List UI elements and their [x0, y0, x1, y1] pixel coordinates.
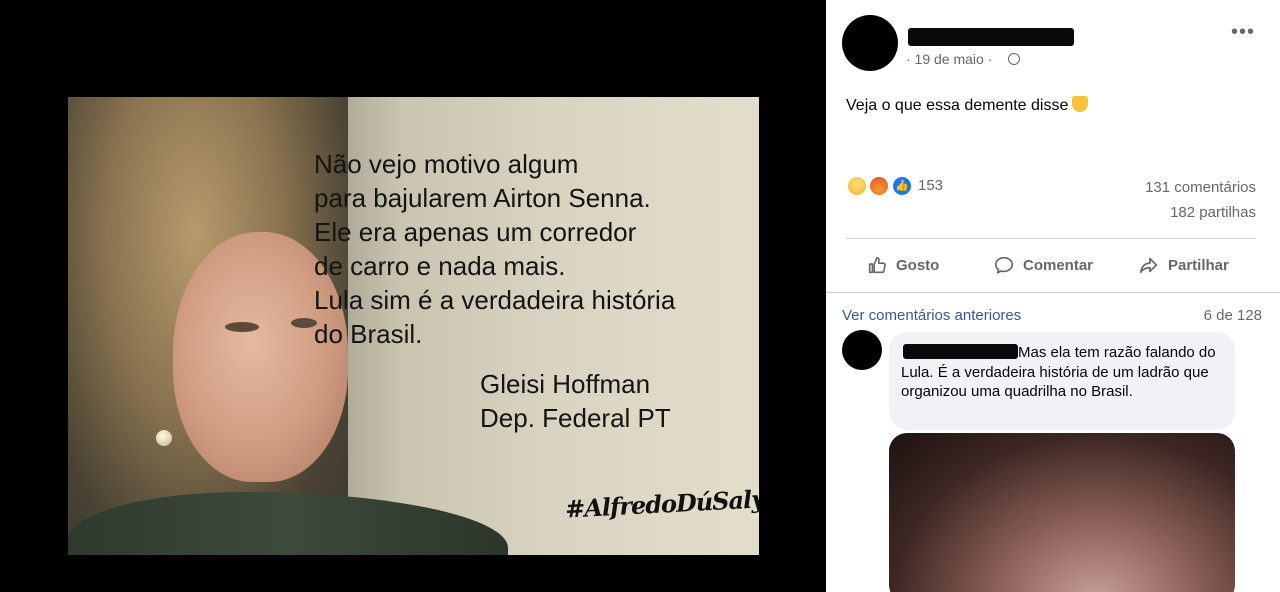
portrait-earring	[156, 430, 172, 446]
meme-image: Não vejo motivo algum para bajularem Air…	[68, 97, 759, 555]
share-label: Partilhar	[1168, 256, 1229, 274]
author-avatar[interactable]	[842, 15, 898, 71]
meme-signature: #AlfredoDúSalyn	[564, 483, 759, 524]
meme-quote: Não vejo motivo algum para bajularem Air…	[314, 147, 734, 351]
comment-pager: 6 de 128	[1203, 307, 1262, 324]
haha-reaction-icon	[846, 175, 868, 197]
post-date[interactable]: · 19 de maio ·	[906, 51, 992, 67]
divider	[826, 292, 1280, 293]
comment-label: Comentar	[1023, 256, 1094, 274]
comment-bubble: Mas ela tem razão falando do Lula. É a v…	[889, 332, 1235, 430]
reaction-count: 153	[918, 177, 944, 194]
like-button[interactable]: Gosto	[866, 250, 939, 280]
comment-icon	[994, 256, 1014, 274]
view-previous-comments-link[interactable]: Ver comentários anteriores	[842, 307, 1021, 324]
quote-line: Ele era apenas um corredor	[314, 217, 637, 247]
divider	[846, 238, 1256, 239]
globe-icon	[1008, 53, 1020, 65]
post-text-body: Veja o que essa demente disse	[846, 97, 1069, 114]
share-icon	[1139, 257, 1158, 274]
post-text: Veja o que essa demente disse	[846, 96, 1089, 115]
commenter-avatar[interactable]	[842, 330, 882, 370]
like-label: Gosto	[896, 256, 940, 274]
angry-reaction-icon	[868, 175, 890, 197]
comment-attachment-image[interactable]	[889, 433, 1235, 592]
comment-text: Mas ela tem razão falando do Lula. É a v…	[901, 343, 1231, 402]
post-date-text: · 19 de maio ·	[906, 51, 993, 67]
like-reaction-icon: 👍	[891, 175, 913, 197]
portrait-eye	[225, 322, 259, 332]
quote-line: de carro e nada mais.	[314, 251, 566, 281]
share-button[interactable]: Partilhar	[1138, 250, 1229, 280]
quote-line: Não vejo motivo algum	[314, 149, 579, 179]
post-panel: · 19 de maio · ••• Veja o que essa demen…	[826, 0, 1280, 592]
more-options-icon[interactable]: •••	[1231, 21, 1255, 44]
comments-count[interactable]: 131 comentários	[1145, 179, 1256, 196]
quote-line: Lula sim é a verdadeira história	[314, 285, 676, 315]
shares-count[interactable]: 182 partilhas	[1170, 204, 1256, 221]
redacted-author-name[interactable]	[908, 28, 1074, 46]
comment-text-body: Mas ela tem razão falando do Lula. É a v…	[901, 344, 1216, 400]
author-name: Gleisi Hoffman	[480, 369, 651, 399]
thumbs-up-icon	[868, 256, 886, 274]
quote-line: do Brasil.	[314, 319, 423, 349]
portrait-jacket	[68, 492, 508, 555]
quote-line: para bajularem Airton Senna.	[314, 183, 651, 213]
comment-button[interactable]: Comentar	[993, 250, 1093, 280]
photo-viewer: Não vejo motivo algum para bajularem Air…	[0, 0, 826, 592]
author-title: Dep. Federal PT	[480, 403, 671, 433]
pointing-down-icon	[1072, 96, 1089, 112]
meme-author: Gleisi Hoffman Dep. Federal PT	[480, 367, 671, 435]
